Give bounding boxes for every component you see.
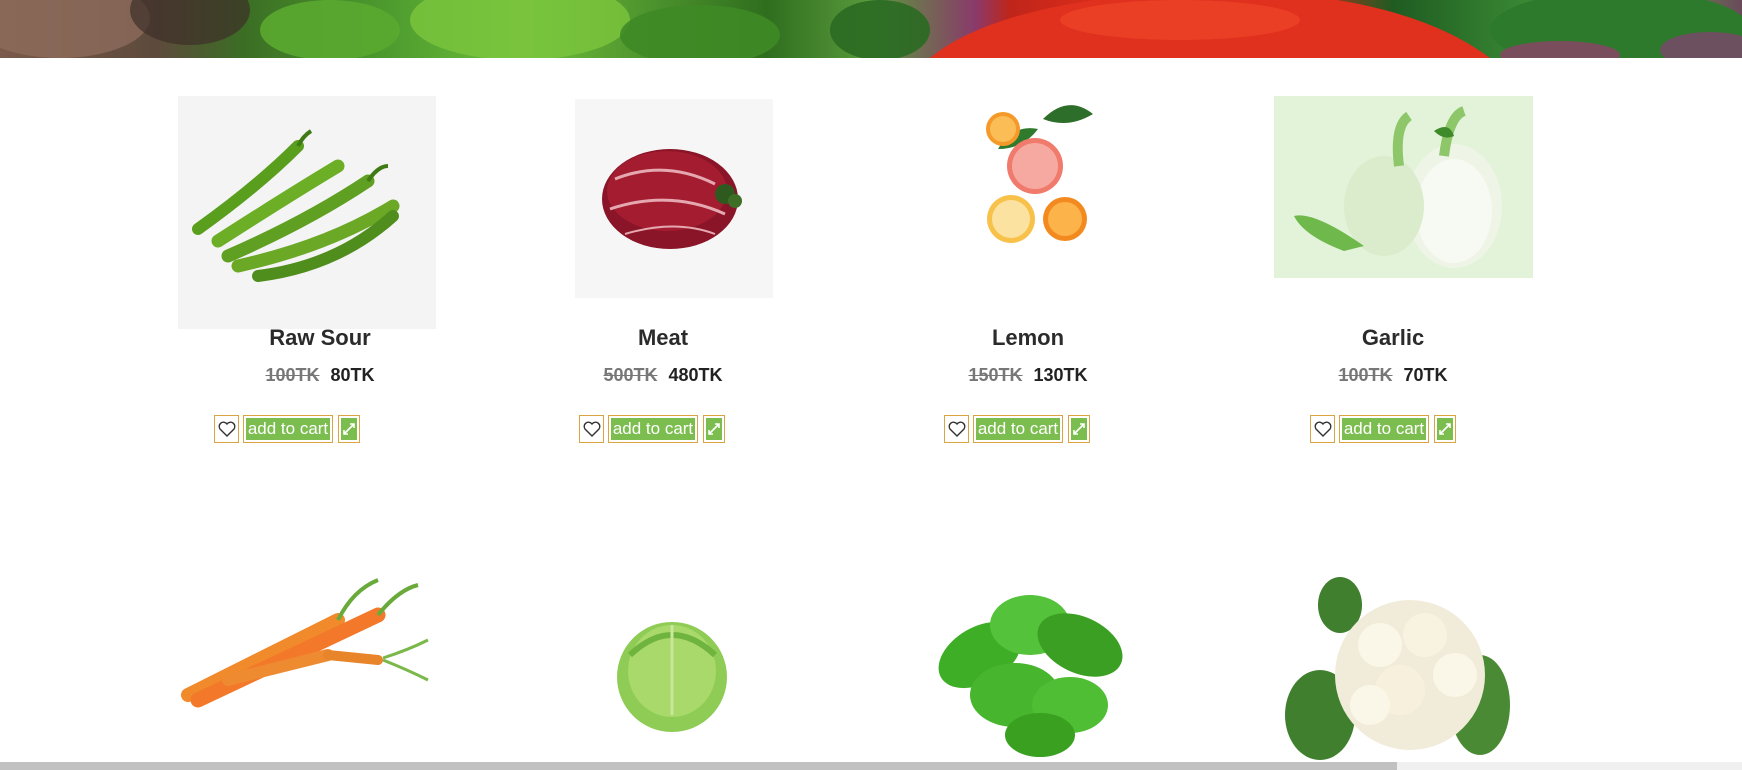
product-price: 500TK 480TK <box>498 365 828 386</box>
compare-icon <box>708 423 720 435</box>
compare-icon <box>343 423 355 435</box>
add-to-cart-button[interactable]: add to cart <box>973 415 1063 443</box>
current-price: 70TK <box>1403 365 1448 385</box>
carrot-image[interactable] <box>178 560 438 710</box>
compare-button[interactable] <box>703 415 725 443</box>
product-price: 150TK 130TK <box>863 365 1193 386</box>
add-to-cart-button[interactable]: add to cart <box>1339 415 1429 443</box>
fennel-image[interactable] <box>1274 96 1533 278</box>
compare-icon <box>1439 423 1451 435</box>
hero-banner <box>0 0 1742 58</box>
current-price: 130TK <box>1033 365 1088 385</box>
compare-icon <box>1073 423 1085 435</box>
heart-icon <box>583 421 600 437</box>
hero-produce-image <box>0 0 1742 58</box>
add-to-cart-button[interactable]: add to cart <box>608 415 698 443</box>
add-to-cart-button[interactable]: add to cart <box>243 415 333 443</box>
scrollbar-thumb[interactable] <box>0 762 1397 770</box>
old-price: 100TK <box>1338 365 1393 385</box>
citrus-image[interactable] <box>973 94 1098 254</box>
cauliflower-image[interactable] <box>1280 565 1520 765</box>
product-actions: add to cart <box>155 415 485 445</box>
compare-button[interactable] <box>1434 415 1456 443</box>
product-actions: add to cart <box>498 415 828 445</box>
compare-button[interactable] <box>338 415 360 443</box>
product-name[interactable]: Meat <box>498 325 828 351</box>
wishlist-button[interactable] <box>214 415 239 443</box>
product-actions: add to cart <box>1228 415 1558 445</box>
current-price: 480TK <box>668 365 723 385</box>
green-chili-image[interactable] <box>178 96 436 329</box>
old-price: 500TK <box>603 365 658 385</box>
product-price: 100TK 80TK <box>155 365 485 386</box>
wishlist-button[interactable] <box>944 415 969 443</box>
spinach-image[interactable] <box>920 565 1145 765</box>
product-name[interactable]: Garlic <box>1228 325 1558 351</box>
product-name[interactable]: Lemon <box>863 325 1193 351</box>
wishlist-button[interactable] <box>579 415 604 443</box>
wishlist-button[interactable] <box>1310 415 1335 443</box>
current-price: 80TK <box>330 365 375 385</box>
product-actions: add to cart <box>863 415 1193 445</box>
compare-button[interactable] <box>1068 415 1090 443</box>
horizontal-scrollbar[interactable] <box>0 762 1742 770</box>
beef-image[interactable] <box>575 99 773 298</box>
product-price: 100TK 70TK <box>1228 365 1558 386</box>
old-price: 100TK <box>265 365 320 385</box>
cabbage-image[interactable] <box>600 605 745 740</box>
heart-icon <box>218 421 235 437</box>
heart-icon <box>948 421 965 437</box>
heart-icon <box>1314 421 1331 437</box>
old-price: 150TK <box>968 365 1023 385</box>
product-name[interactable]: Raw Sour <box>155 325 485 351</box>
